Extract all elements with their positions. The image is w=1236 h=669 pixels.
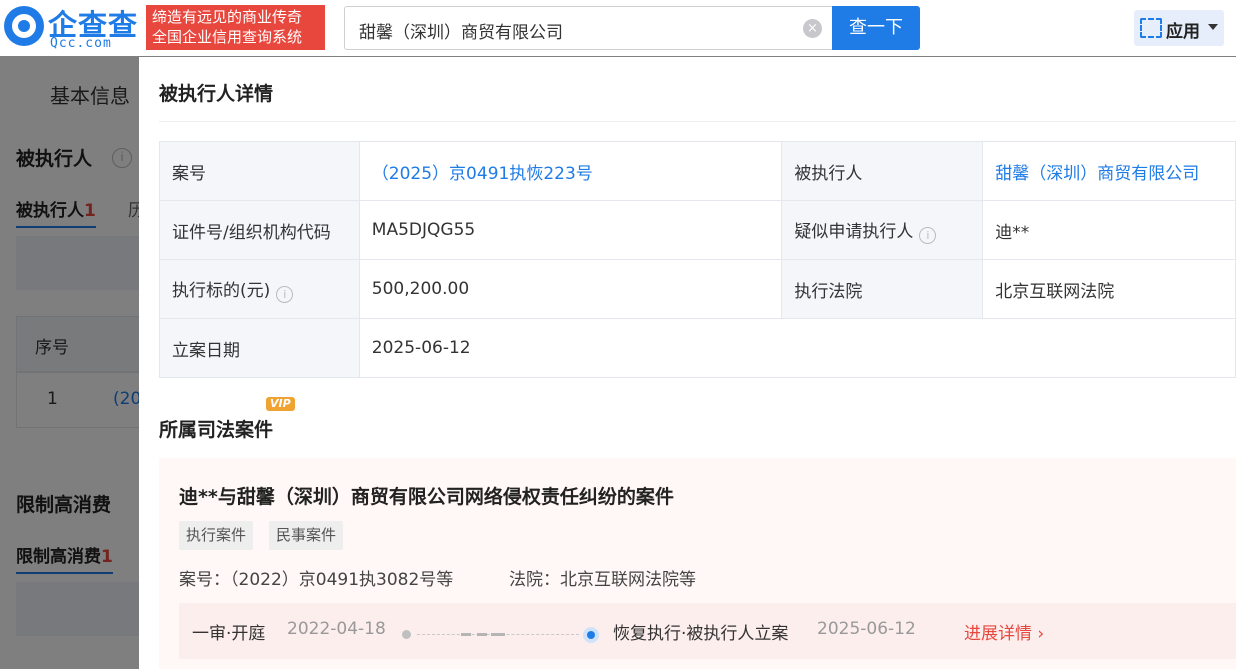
filing-date-value: 2025-06-12 (358, 318, 1236, 378)
vip-badge: VIP (266, 397, 295, 411)
search-input-value: 甜馨（深圳）商贸有限公司 (359, 23, 563, 43)
apps-button[interactable]: 应用 (1134, 10, 1224, 46)
detail-row: 立案日期 2025-06-12 (159, 318, 1236, 378)
info-icon[interactable]: i (919, 226, 937, 244)
label-case-no: 案号 (159, 141, 360, 201)
label-court: 执行法院 (781, 259, 984, 319)
execution-amount-value: 500,200.00 (358, 259, 783, 319)
tag-execution-case: 执行案件 (179, 521, 254, 550)
tag-civil-case: 民事案件 (269, 521, 344, 550)
label-executed-person: 被执行人 (781, 141, 984, 201)
timeline-dot-icon (402, 630, 411, 639)
apps-grid-icon (1140, 18, 1162, 38)
timeline-dash (477, 633, 487, 636)
case-title[interactable]: 迪**与甜馨（深圳）商贸有限公司网络侵权责任纠纷的案件 (179, 482, 674, 509)
case-no-link[interactable]: （2025）京0491执恢223号 (358, 141, 783, 201)
progress-details-link[interactable]: 进展详情 › (964, 619, 1044, 644)
timeline-date-current: 2025-06-12 (817, 619, 916, 639)
slogan-line-1: 缔造有远见的商业传奇 (152, 8, 303, 26)
search-input[interactable]: 甜馨（深圳）商贸有限公司 × (344, 6, 832, 50)
divider (159, 121, 1236, 122)
search-button[interactable]: 查一下 (832, 6, 920, 50)
label-execution-amount: 执行标的(元) i (159, 259, 360, 319)
apps-label: 应用 (1166, 22, 1200, 42)
detail-row: 案号 （2025）京0491执恢223号 被执行人 甜馨（深圳）商贸有限公司 (159, 141, 1236, 201)
org-code-value: MA5DJQG55 (358, 200, 783, 260)
timeline-dash (491, 633, 505, 636)
timeline-date-first: 2022-04-18 (287, 619, 386, 639)
case-card[interactable]: 迪**与甜馨（深圳）商贸有限公司网络侵权责任纠纷的案件 执行案件 民事案件 案号… (159, 458, 1236, 669)
timeline-stage-current: 恢复执行·被执行人立案 (613, 624, 789, 644)
timeline-current-dot-icon (583, 627, 599, 643)
case-court: 法院：北京互联网法院等 (509, 570, 696, 590)
modal-title: 被执行人详情 (159, 83, 274, 105)
timeline-dash (461, 633, 471, 636)
section-title-judicial-cases: 所属司法案件 (159, 419, 274, 441)
info-icon[interactable]: i (276, 285, 294, 303)
clear-icon[interactable]: × (803, 19, 822, 38)
slogan-banner: 缔造有远见的商业传奇 全国企业信用查询系统 (146, 5, 325, 50)
timeline-stage-first: 一审·开庭 (192, 624, 266, 644)
court-value: 北京互联网法院 (982, 259, 1236, 319)
logo-domain: Qcc.com (50, 36, 112, 51)
label-applicant: 疑似申请执行人 i (781, 200, 984, 260)
chevron-down-icon (1208, 24, 1218, 30)
applicant-value: 迪** (982, 200, 1236, 260)
label-org-code: 证件号/组织机构代码 (159, 200, 360, 260)
detail-row: 执行标的(元) i 500,200.00 执行法院 北京互联网法院 (159, 259, 1236, 319)
company-link[interactable]: 甜馨（深圳）商贸有限公司 (982, 141, 1236, 201)
executed-person-detail-modal: 被执行人详情 案号 （2025）京0491执恢223号 被执行人 甜馨（深圳）商… (139, 57, 1236, 669)
label-filing-date: 立案日期 (159, 318, 360, 378)
top-header: 企查查 Qcc.com 缔造有远见的商业传奇 全国企业信用查询系统 甜馨（深圳）… (0, 0, 1236, 56)
detail-row: 证件号/组织机构代码 MA5DJQG55 疑似申请执行人 i 迪** (159, 200, 1236, 260)
case-timeline: 一审·开庭 2022-04-18 恢复执行·被执行人立案 2025-06-12 … (179, 603, 1236, 659)
slogan-line-2: 全国企业信用查询系统 (152, 28, 303, 46)
label-applicant-text: 疑似申请执行人 (794, 221, 914, 242)
qcc-logo-icon[interactable] (4, 6, 44, 46)
case-number: 案号：（2022）京0491执3082号等 (179, 570, 454, 590)
label-execution-amount-text: 执行标的(元) (172, 280, 271, 301)
detail-table: 案号 （2025）京0491执恢223号 被执行人 甜馨（深圳）商贸有限公司 证… (159, 141, 1236, 378)
